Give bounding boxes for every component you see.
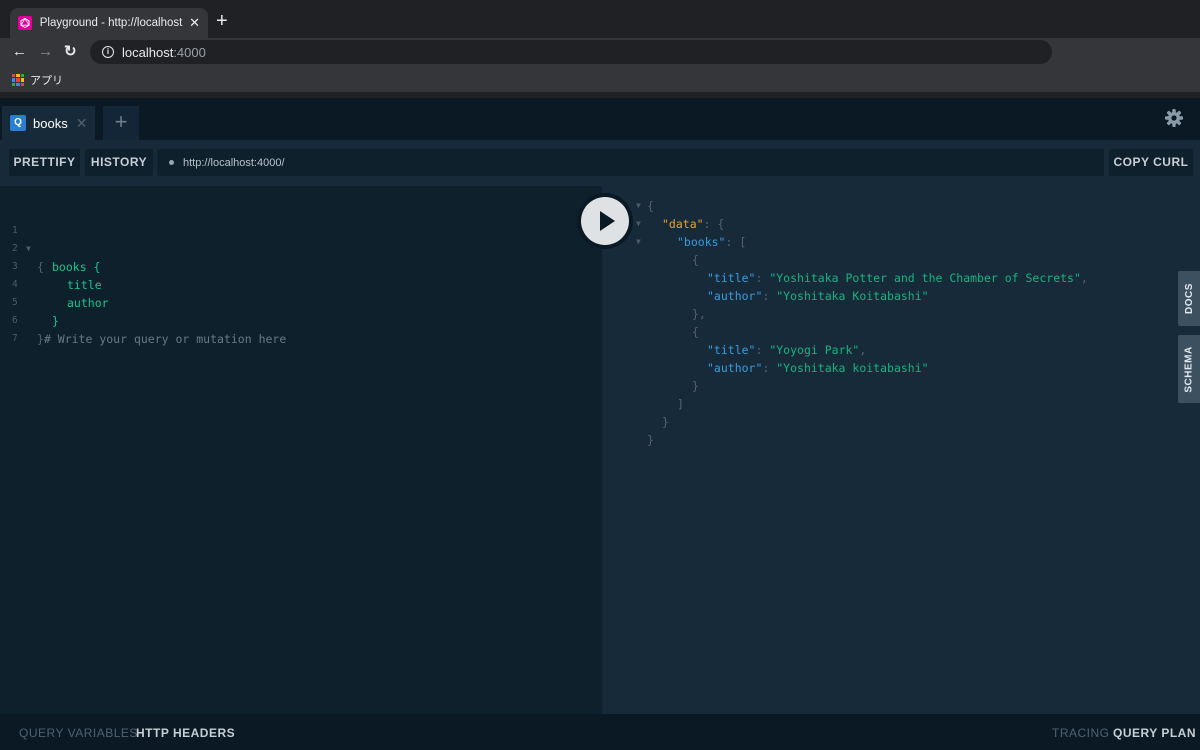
query-badge-icon: Q: [10, 115, 26, 131]
browser-toolbar: ← → ↻ i localhost:4000: [0, 38, 1200, 66]
bookmarks-bar: アプリ: [0, 66, 1200, 92]
playground-toolbar: PRETTIFY HISTORY http://localhost:4000/ …: [0, 140, 1200, 186]
forward-arrow-icon[interactable]: →: [38, 42, 53, 62]
execute-query-button[interactable]: [577, 193, 633, 249]
browser-chrome: Playground - http://localhost:4000 ✕ + ←…: [0, 0, 1200, 98]
query-tab-label: books: [33, 115, 68, 131]
apps-shortcut[interactable]: アプリ: [12, 72, 63, 88]
browser-tab[interactable]: Playground - http://localhost:4000 ✕: [10, 8, 208, 38]
editor-line: 7: [12, 333, 18, 344]
fold-arrow-icon[interactable]: ▼: [636, 197, 641, 215]
add-tab-button[interactable]: +: [103, 106, 139, 140]
close-tab-icon[interactable]: ✕: [76, 115, 88, 132]
address-url: localhost:4000: [122, 44, 206, 60]
browser-tab-title: Playground - http://localhost:4000: [39, 17, 183, 29]
http-headers-tab[interactable]: HTTP HEADERS: [136, 726, 235, 740]
query-variables-tab[interactable]: QUERY VARIABLES: [19, 726, 138, 740]
tracing-tab[interactable]: TRACING: [1052, 726, 1110, 740]
query-plan-tab[interactable]: QUERY PLAN: [1113, 726, 1196, 740]
info-icon[interactable]: i: [102, 46, 114, 58]
editor-line: 3 title: [12, 261, 102, 292]
fold-arrow-icon[interactable]: ▼: [636, 233, 641, 251]
query-tab-books[interactable]: Q books ✕: [2, 106, 95, 140]
history-button[interactable]: HISTORY: [85, 149, 153, 176]
settings-gear-icon[interactable]: [1164, 108, 1184, 128]
endpoint-url: http://localhost:4000/: [183, 156, 285, 169]
result-viewer: ▼{ ▼ "data": { ▼ "books": [ { "title": "Yo…: [602, 186, 1200, 714]
editor-line: 4 author: [12, 279, 109, 310]
query-editor[interactable]: 1 ▼ { 2 books { 3 title 4 author 5 } 6 }…: [0, 186, 602, 714]
schema-tab[interactable]: SCHEMA: [1178, 335, 1200, 403]
back-arrow-icon[interactable]: ←: [12, 42, 27, 62]
bottom-panel-bar: QUERY VARIABLES HTTP HEADERS TRACING QUE…: [0, 714, 1200, 750]
copy-curl-button[interactable]: COPY CURL: [1109, 149, 1193, 176]
tab-close-icon[interactable]: ✕: [189, 15, 200, 31]
fold-arrow-icon[interactable]: ▼: [636, 215, 641, 233]
apps-label: アプリ: [30, 75, 63, 87]
editor-line: 6 }# Write your query or mutation here: [12, 315, 287, 346]
graphql-favicon-icon: [18, 16, 32, 30]
apps-grid-icon: [12, 74, 24, 86]
editor-line: 1 ▼ {: [12, 225, 44, 274]
play-icon: [600, 211, 615, 231]
browser-tabstrip: Playground - http://localhost:4000 ✕ +: [0, 0, 1200, 38]
address-bar[interactable]: i localhost:4000: [90, 40, 1052, 64]
new-tab-button[interactable]: +: [216, 11, 228, 31]
editor-line: 2 books {: [12, 243, 101, 274]
playground-tab-bar: Q books ✕ +: [0, 98, 1200, 140]
reload-icon[interactable]: ↻: [64, 42, 77, 62]
editor-line: 5 }: [12, 297, 59, 328]
docs-tab[interactable]: DOCS: [1178, 271, 1200, 326]
prettify-button[interactable]: PRETTIFY: [9, 149, 80, 176]
status-dot-icon: [169, 160, 174, 165]
endpoint-input[interactable]: http://localhost:4000/: [157, 149, 1104, 176]
